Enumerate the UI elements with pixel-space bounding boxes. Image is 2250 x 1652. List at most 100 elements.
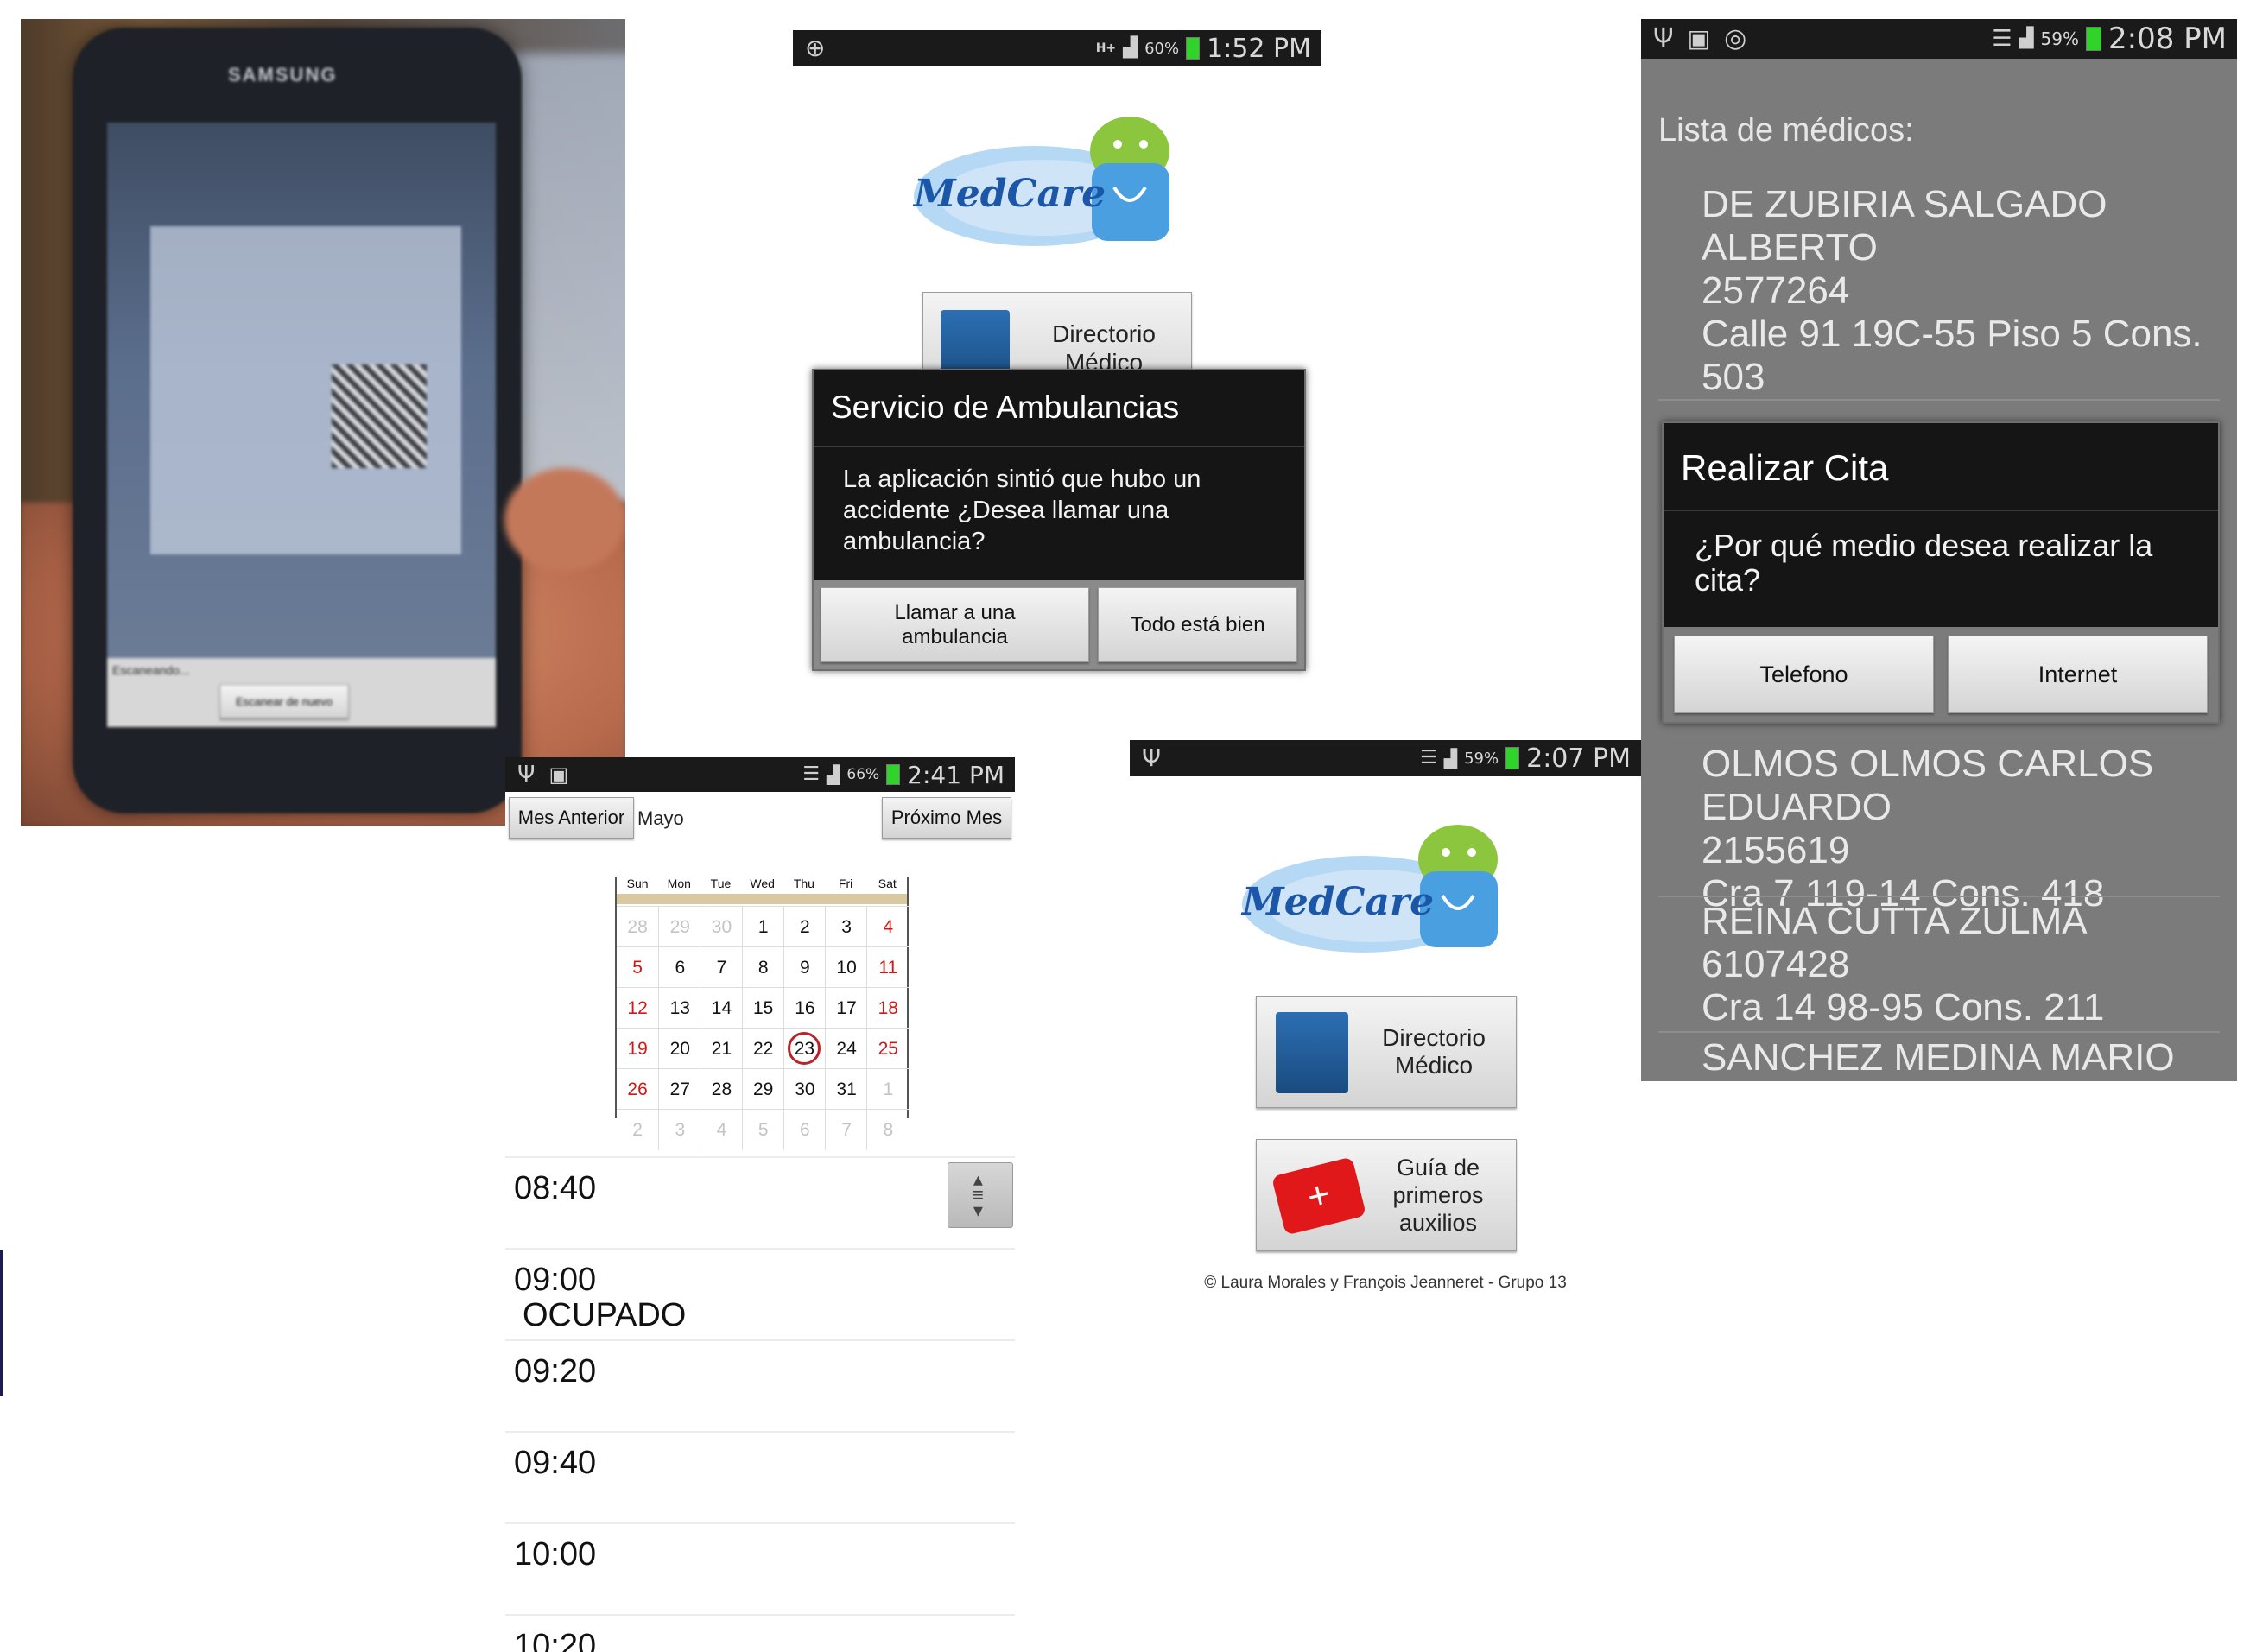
signal-icon: ▟	[2019, 28, 2034, 49]
doctor-item[interactable]: REINA CUTTA ZULMA 6107428 Cra 14 98-95 C…	[1702, 900, 2220, 1029]
calendar-day[interactable]: 17	[825, 987, 868, 1029]
dialog-title: Servicio de Ambulancias	[831, 389, 1180, 425]
time-slot[interactable]: 10:20	[505, 1614, 1015, 1652]
scroll-handle[interactable]: ▴ ≡ ▾	[948, 1162, 1013, 1228]
signal-icon: ▟	[1123, 37, 1138, 59]
calendar-day[interactable]: 4	[866, 906, 910, 947]
calendar-day[interactable]: 2	[783, 906, 826, 947]
calendar-day[interactable]: 15	[741, 987, 784, 1029]
battery-icon	[1505, 747, 1520, 769]
weekday-label: Wed	[750, 877, 775, 890]
doctor-item[interactable]: SANCHEZ MEDINA MARIO	[1702, 1036, 2220, 1079]
doctor-item[interactable]: DE ZUBIRIA SALGADO ALBERTO 2577264 Calle…	[1702, 183, 2220, 399]
calendar-day[interactable]: 12	[617, 987, 659, 1029]
dialog-divider	[1664, 510, 2218, 511]
screen-doctors: Ψ ▣ ◎ ☰ ▟ 59% 2:08 PM Lista de médicos: …	[1641, 19, 2237, 1081]
battery-icon	[1186, 37, 1201, 60]
prev-month-button[interactable]: Mes Anterior	[509, 797, 634, 839]
finger	[504, 468, 625, 572]
image-icon: ▣	[1687, 24, 1711, 53]
time-slot[interactable]: 09:00 OCUPADO	[505, 1248, 1015, 1339]
doctor-item[interactable]: OLMOS OLMOS CARLOS EDUARDO 2155619 Cra 7…	[1702, 743, 2220, 915]
next-month-button[interactable]: Próximo Mes	[882, 797, 1011, 839]
calendar-day[interactable]: 30	[700, 906, 743, 947]
month-label: Mayo	[637, 807, 684, 829]
internet-button[interactable]: Internet	[1948, 636, 2208, 713]
calendar-day[interactable]: 11	[866, 946, 910, 988]
calendar-day[interactable]: 25	[866, 1028, 910, 1069]
calendar-day[interactable]: 13	[658, 987, 701, 1029]
calendar-day[interactable]: 28	[700, 1068, 743, 1110]
calendar-day[interactable]: 29	[658, 906, 701, 947]
doctor-line: REINA CUTTA ZULMA	[1702, 900, 2088, 942]
calendar-day[interactable]: 19	[617, 1028, 659, 1069]
calendar-day[interactable]: 7	[700, 946, 743, 988]
calendar-day[interactable]: 22	[741, 1028, 784, 1069]
time-slot-time: 09:40	[514, 1445, 597, 1481]
list-divider	[1658, 399, 2220, 401]
calendar-day[interactable]: 1	[866, 1068, 910, 1110]
time-slot-time: 09:00	[514, 1262, 597, 1298]
medcare-logo: MedCare	[1242, 811, 1518, 966]
status-bar: ⊕ H+ ▟ 60% 1:52 PM	[793, 30, 1321, 66]
calendar-day[interactable]: 28	[617, 906, 659, 947]
calendar-day[interactable]: 4	[700, 1109, 743, 1150]
phone-button[interactable]: Telefono	[1674, 636, 1934, 713]
calendar-day-selected[interactable]: 23	[783, 1028, 825, 1068]
calendar-day[interactable]: 30	[783, 1068, 826, 1110]
signal-icon: ▟	[1443, 748, 1458, 769]
calendar-day[interactable]: 26	[617, 1068, 659, 1110]
calendar-day[interactable]: 18	[866, 987, 910, 1029]
all-fine-button[interactable]: Todo está bien	[1098, 587, 1297, 662]
weekday-label: Tue	[710, 877, 732, 890]
calendar-day[interactable]: 9	[783, 946, 826, 988]
calendar-day[interactable]: 7	[825, 1109, 868, 1150]
calendar-day[interactable]: 29	[741, 1068, 784, 1110]
calendar-day[interactable]: 5	[617, 946, 659, 988]
network-type-icon: H+	[1095, 41, 1117, 55]
calendar-day[interactable]: 1	[741, 906, 784, 947]
screen-calendar: Ψ ▣ ☰ ▟ 66% 2:41 PM Mes Anterior Mayo Pr…	[505, 757, 1015, 1652]
directory-label: Directorio Médico	[1382, 1024, 1486, 1079]
signal-icon: ▟	[826, 764, 840, 785]
doctor-line: EDUARDO	[1702, 786, 1892, 828]
list-divider	[1658, 1031, 2220, 1033]
doctor-line: 2577264	[1702, 269, 1850, 312]
call-ambulance-button[interactable]: Llamar a una ambulancia	[821, 587, 1089, 662]
time-slot[interactable]: 08:40	[505, 1156, 1015, 1248]
calendar-day[interactable]: 8	[741, 946, 784, 988]
time-slot[interactable]: 10:00	[505, 1522, 1015, 1614]
calendar-day[interactable]: 3	[825, 906, 868, 947]
usb-icon: Ψ	[517, 762, 536, 788]
calendar-day[interactable]: 5	[741, 1109, 784, 1150]
calendar-day[interactable]: 2	[617, 1109, 659, 1150]
dialog-title: Realizar Cita	[1681, 447, 1889, 488]
calendar-day[interactable]: 24	[825, 1028, 868, 1069]
calendar-day[interactable]: 3	[658, 1109, 701, 1150]
scan-status: Escaneando...	[112, 663, 190, 677]
calendar-day[interactable]: 21	[700, 1028, 743, 1069]
screen-ambulance: ⊕ H+ ▟ 60% 1:52 PM MedCare Directorio Mé…	[793, 30, 1321, 687]
calendar-day[interactable]: 14	[700, 987, 743, 1029]
battery-percent: 60%	[1144, 39, 1180, 58]
calendar-day[interactable]: 6	[658, 946, 701, 988]
calendar-day[interactable]: 27	[658, 1068, 701, 1110]
calendar-day[interactable]: 16	[783, 987, 826, 1029]
calendar-day[interactable]: 6	[783, 1109, 826, 1150]
doctor-line: DE ZUBIRIA SALGADO	[1702, 183, 2107, 225]
weekday-label: Fri	[838, 877, 853, 890]
time-slot[interactable]: 09:40	[505, 1431, 1015, 1522]
calendar-day[interactable]: 8	[866, 1109, 910, 1150]
directory-button[interactable]: Directorio Médico	[1256, 996, 1517, 1108]
calendar-day[interactable]: 10	[825, 946, 868, 988]
scan-panel: Escaneando... Escanear de nuevo	[107, 658, 496, 727]
battery-icon	[2086, 27, 2101, 51]
doctor-line: Cra 14 98-95 Cons. 211	[1702, 986, 2105, 1029]
weekday-label: Thu	[793, 877, 814, 890]
scan-again-button[interactable]: Escanear de nuevo	[219, 684, 349, 718]
calendar-day[interactable]: 31	[825, 1068, 868, 1110]
first-aid-button[interactable]: + Guía de primeros auxilios	[1256, 1139, 1517, 1251]
calendar-grid: Sun Mon Tue Wed Thu Fri Sat 28 29 30 1 2 3 4 5 6 7 8 9 10 11…	[615, 877, 910, 1150]
time-slot[interactable]: 09:20	[505, 1339, 1015, 1431]
calendar-day[interactable]: 20	[658, 1028, 701, 1069]
